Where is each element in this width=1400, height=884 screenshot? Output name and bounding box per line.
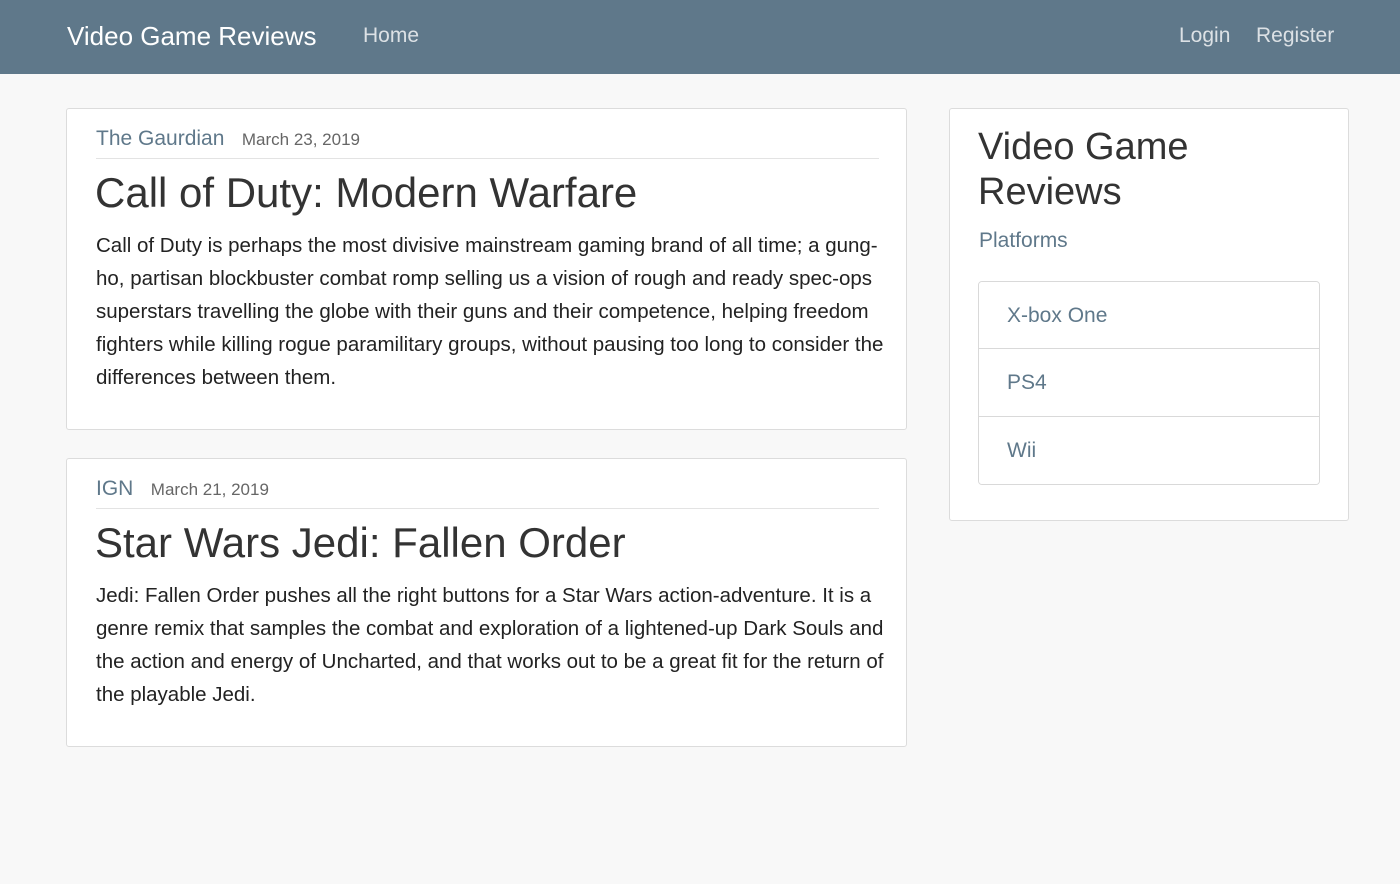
review-body: Jedi: Fallen Order pushes all the right … [96,584,884,706]
sidebar-title: Video Game Reviews [978,126,1189,213]
top-navbar: Video Game Reviews Home Login Register [0,0,1400,74]
review-author-link[interactable]: The Gaurdian [96,127,224,150]
sidebar-subtitle: Platforms [979,229,1068,252]
review-meta: IGN March 21, 2019 [96,477,879,509]
review-date: March 21, 2019 [150,480,269,499]
review-body: Call of Duty is perhaps the most divisiv… [96,234,884,389]
nav-login-link[interactable]: Login [1179,22,1230,50]
review-card: The Gaurdian March 23, 2019 Call of Duty… [66,108,907,430]
review-date: March 23, 2019 [241,130,361,149]
platform-item-xbox-one[interactable]: X-box One [979,282,1319,350]
platform-item-wii[interactable]: Wii [979,416,1319,484]
brand-link[interactable]: Video Game Reviews [67,20,317,52]
review-card: IGN March 21, 2019 Star Wars Jedi: Falle… [66,458,907,747]
review-title: Call of Duty: Modern Warfare [95,169,638,216]
review-meta: The Gaurdian March 23, 2019 [96,127,879,159]
sidebar-card: Video Game Reviews Platforms X-box One P… [949,108,1349,521]
platform-list: X-box One PS4 Wii [978,281,1320,485]
platform-item-ps4[interactable]: PS4 [979,349,1319,417]
nav-register-link[interactable]: Register [1256,22,1334,50]
nav-home-link[interactable]: Home [363,22,419,50]
review-author-link[interactable]: IGN [96,477,133,500]
review-title: Star Wars Jedi: Fallen Order [95,519,626,566]
